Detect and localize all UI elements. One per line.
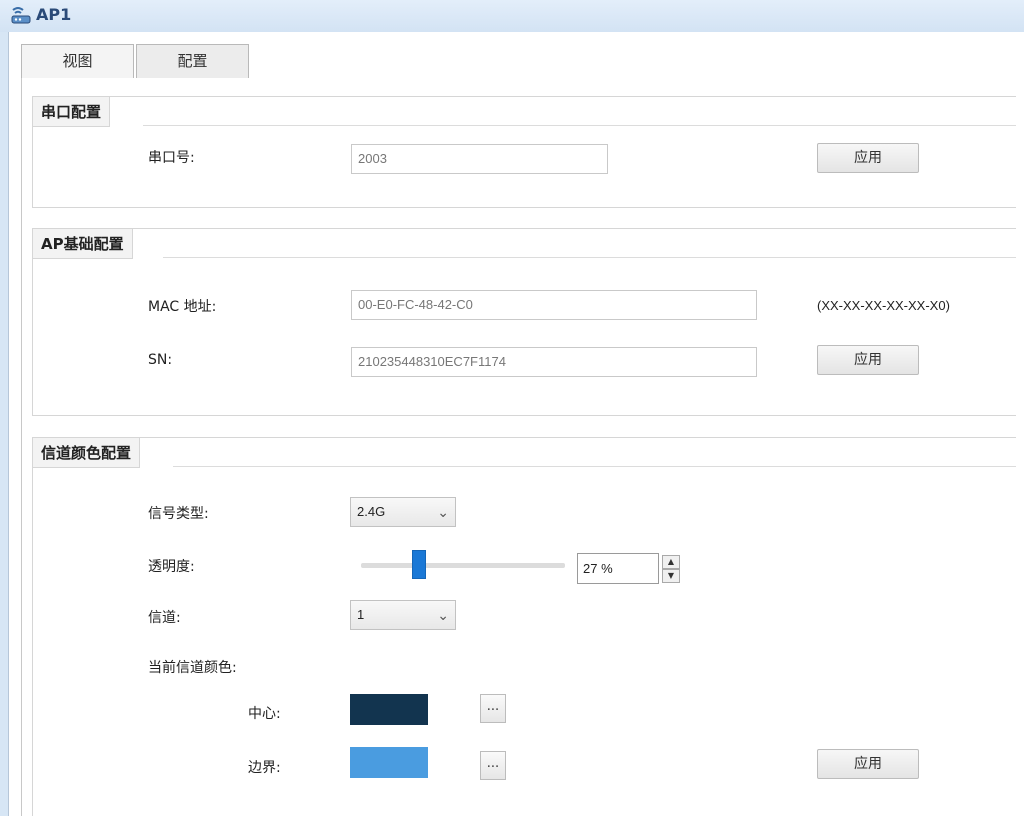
group-divider — [173, 466, 1016, 467]
border-color-swatch — [350, 747, 428, 778]
mac-address-input[interactable]: 00-E0-FC-48-42-C0 — [351, 290, 757, 320]
ap-basic-apply-button[interactable]: 应用 — [817, 345, 919, 375]
sn-label: SN: — [148, 352, 173, 368]
border-color-label: 边界: — [248, 760, 281, 776]
group-divider — [143, 125, 1016, 126]
spin-up-icon[interactable]: ▲ — [662, 555, 680, 569]
transparency-slider-handle[interactable] — [412, 550, 426, 579]
channel-value: 1 — [357, 607, 365, 622]
transparency-label: 透明度: — [148, 559, 195, 575]
sn-input[interactable]: 210235448310EC7F1174 — [351, 347, 757, 377]
spin-down-icon[interactable]: ▼ — [662, 569, 680, 583]
chevron-down-icon: ⌄ — [437, 607, 449, 623]
ap-basic-title: AP基础配置 — [33, 229, 133, 259]
serial-port-label: 串口号: — [148, 150, 195, 166]
current-channel-color-label: 当前信道颜色: — [148, 660, 237, 676]
mac-address-label: MAC 地址: — [148, 299, 217, 315]
serial-port-input[interactable]: 2003 — [351, 144, 608, 174]
mac-format-hint: (XX-XX-XX-XX-XX-X0) — [817, 298, 950, 313]
channel-color-apply-button[interactable]: 应用 — [817, 749, 919, 779]
center-color-label: 中心: — [248, 706, 281, 722]
signal-type-label: 信号类型: — [148, 506, 209, 522]
center-color-swatch — [350, 694, 428, 725]
serial-apply-button[interactable]: 应用 — [817, 143, 919, 173]
signal-type-value: 2.4G — [357, 504, 386, 519]
ap-basic-group: AP基础配置 — [32, 228, 1016, 416]
transparency-input[interactable]: 27 % — [577, 553, 659, 584]
signal-type-select[interactable]: 2.4G ⌄ — [350, 497, 456, 527]
title-bar: AP1 — [0, 0, 1024, 32]
group-divider — [163, 257, 1016, 258]
center-color-picker-button[interactable]: ... — [480, 694, 506, 723]
tab-view[interactable]: 视图 — [21, 44, 134, 78]
border-color-picker-button[interactable]: ... — [480, 751, 506, 780]
network-device-icon — [11, 7, 31, 24]
serial-config-title: 串口配置 — [33, 97, 111, 127]
channel-label: 信道: — [148, 610, 181, 626]
transparency-slider-track[interactable] — [361, 563, 565, 568]
channel-select[interactable]: 1 ⌄ — [350, 600, 456, 630]
tab-config[interactable]: 配置 — [136, 44, 249, 78]
channel-color-title: 信道颜色配置 — [33, 438, 141, 468]
window-title: AP1 — [36, 5, 72, 24]
chevron-down-icon: ⌄ — [437, 504, 449, 520]
